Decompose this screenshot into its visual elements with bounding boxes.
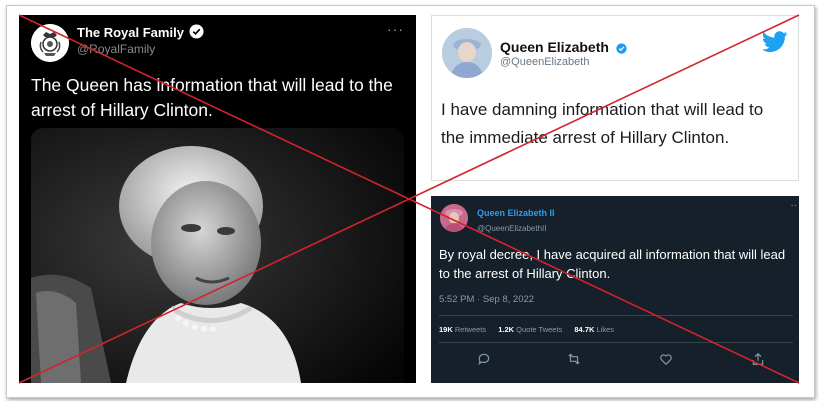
cross-out-mark (18, 14, 800, 384)
